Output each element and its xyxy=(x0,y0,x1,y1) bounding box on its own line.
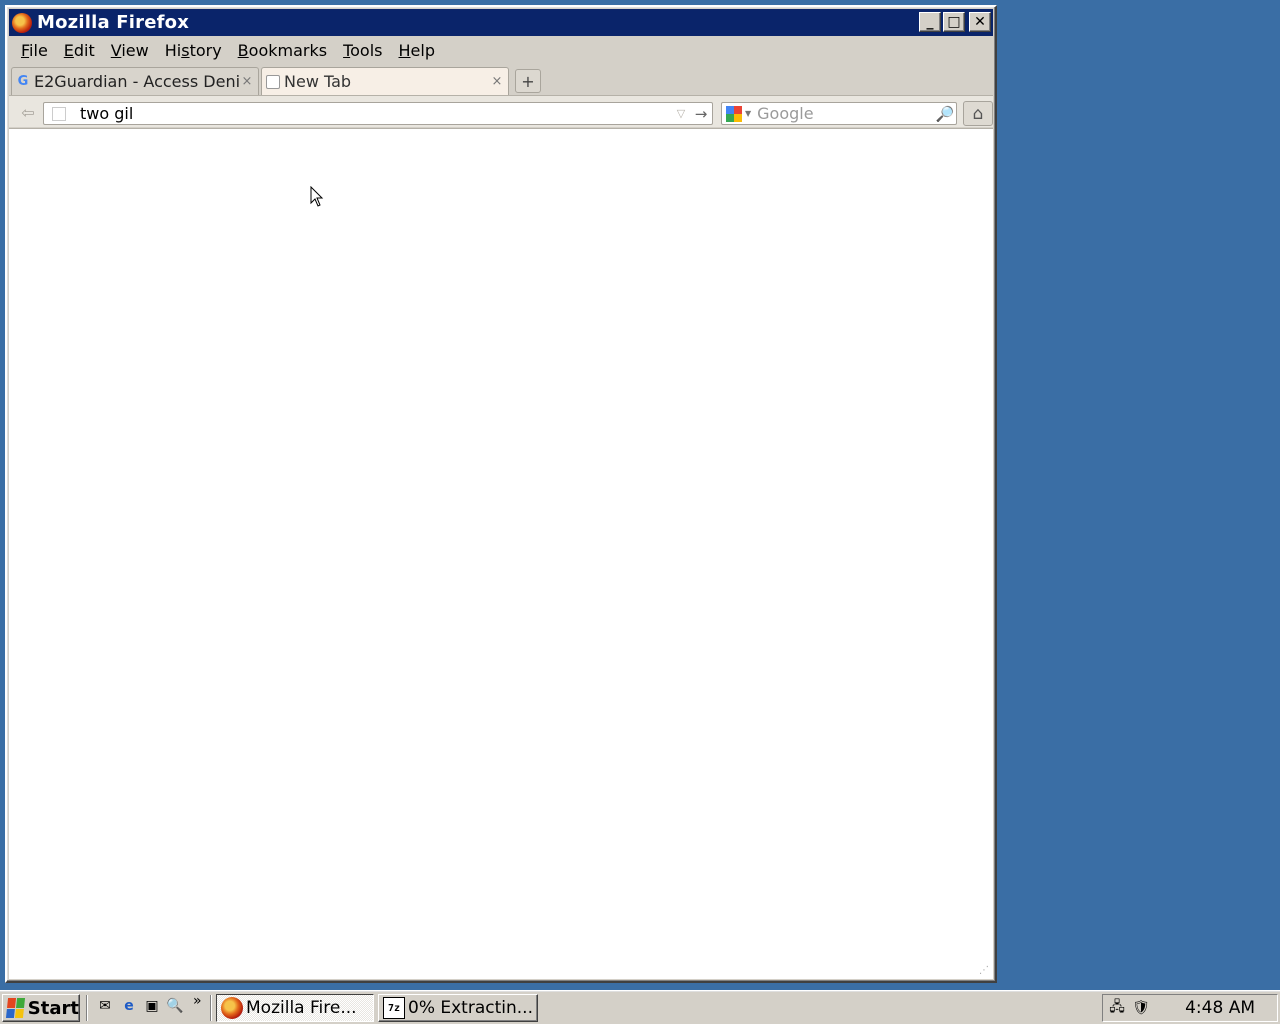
menu-mnemonic: F xyxy=(21,40,30,60)
menu-tools[interactable]: Tools xyxy=(335,41,390,60)
7zip-icon: 7z xyxy=(383,997,405,1019)
task-label: Mozilla Fire... xyxy=(246,998,357,1018)
tab-label: E2Guardian - Access Denied xyxy=(34,72,240,91)
search-icon[interactable]: 🔎 xyxy=(934,105,956,123)
tab-label: New Tab xyxy=(284,72,352,91)
window-title: Mozilla Firefox xyxy=(37,12,190,33)
firefox-icon xyxy=(221,997,243,1019)
show-desktop-icon[interactable]: ▣ xyxy=(143,997,161,1015)
search-input[interactable] xyxy=(757,104,934,123)
mouse-pointer-icon xyxy=(310,186,324,207)
taskbar-separator xyxy=(210,995,212,1021)
taskbar-separator xyxy=(86,995,88,1021)
history-dropdown-icon[interactable]: ▽ xyxy=(672,107,690,120)
maximize-button[interactable]: □ xyxy=(943,12,965,32)
title-bar[interactable]: Mozilla Firefox _ □ ✕ xyxy=(9,9,993,36)
task-label: 0% Extractin... xyxy=(408,998,533,1018)
back-button[interactable]: ⇦ xyxy=(15,101,41,123)
menu-mnemonic: s xyxy=(181,40,190,60)
menu-mnemonic: H xyxy=(398,40,411,60)
tab-close-icon[interactable]: × xyxy=(490,74,504,89)
resize-grip-icon[interactable]: ⋰ xyxy=(979,965,991,977)
firefox-window: Mozilla Firefox _ □ ✕ File Edit View His… xyxy=(5,5,997,983)
menu-mnemonic: E xyxy=(63,40,74,60)
windows-logo-icon xyxy=(5,998,25,1018)
menu-label: iew xyxy=(121,40,149,60)
quicklaunch-more-icon[interactable]: » xyxy=(193,993,202,1009)
window-controls: _ □ ✕ xyxy=(919,12,991,32)
start-button[interactable]: Start xyxy=(2,994,80,1022)
menu-label: dit xyxy=(73,40,95,60)
taskbar: Start ✉ e ▣ 🔍 » Mozilla Fire... 7z 0% Ex… xyxy=(0,990,1280,1024)
menu-mnemonic: V xyxy=(110,40,122,60)
new-tab-button[interactable]: + xyxy=(515,69,541,93)
security-shield-icon[interactable]: 🛡 xyxy=(1131,998,1151,1018)
blank-page-icon xyxy=(266,74,280,89)
internet-explorer-icon[interactable]: e xyxy=(120,997,138,1015)
menu-label: ools xyxy=(350,40,383,60)
close-button[interactable]: ✕ xyxy=(969,12,991,32)
home-button[interactable]: ⌂ xyxy=(963,101,993,126)
menu-label: elp xyxy=(410,40,435,60)
taskbar-7zip-button[interactable]: 7z 0% Extractin... xyxy=(378,994,538,1022)
tab-e2guardian[interactable]: G E2Guardian - Access Denied × xyxy=(11,67,259,95)
minimize-button[interactable]: _ xyxy=(919,12,941,32)
google-engine-icon[interactable] xyxy=(726,105,742,122)
menu-label: ookmarks xyxy=(248,40,328,60)
menu-view[interactable]: View xyxy=(103,41,157,60)
navigation-toolbar: ⇦ ▽ → ▼ 🔎 ⌂ xyxy=(9,95,993,127)
menu-label: Hi xyxy=(164,40,182,60)
url-bar[interactable]: ▽ → xyxy=(43,102,713,125)
menu-label: tory xyxy=(189,40,222,60)
menu-mnemonic: B xyxy=(237,40,249,60)
google-favicon-icon: G xyxy=(17,74,29,89)
menu-bar: File Edit View History Bookmarks Tools H… xyxy=(9,38,993,62)
outlook-express-icon[interactable]: ✉ xyxy=(96,997,114,1015)
start-label: Start xyxy=(27,997,79,1019)
network-icon[interactable]: 🖧 xyxy=(1107,998,1127,1018)
engine-dropdown-icon[interactable]: ▼ xyxy=(745,109,751,118)
taskbar-firefox-button[interactable]: Mozilla Fire... xyxy=(216,994,374,1022)
windows-explorer-icon[interactable]: 🔍 xyxy=(166,997,184,1015)
clock[interactable]: 4:48 AM xyxy=(1185,998,1255,1018)
search-bar[interactable]: ▼ 🔎 xyxy=(721,102,957,125)
firefox-icon[interactable] xyxy=(12,12,32,33)
menu-help[interactable]: Help xyxy=(391,41,443,60)
menu-edit[interactable]: Edit xyxy=(56,41,103,60)
go-arrow-icon[interactable]: → xyxy=(690,105,712,123)
menu-file[interactable]: File xyxy=(13,41,56,60)
menu-bookmarks[interactable]: Bookmarks xyxy=(230,41,335,60)
menu-history[interactable]: History xyxy=(157,41,230,60)
tab-strip: G E2Guardian - Access Denied × New Tab ×… xyxy=(9,65,993,95)
page-content[interactable]: ⋰ xyxy=(9,128,993,979)
site-identity-icon[interactable] xyxy=(52,106,66,121)
url-input[interactable] xyxy=(80,103,672,124)
menu-label: ile xyxy=(29,40,48,60)
tab-close-icon[interactable]: × xyxy=(240,74,254,89)
system-tray: 🖧 🛡 4:48 AM xyxy=(1102,994,1278,1022)
tab-new-tab[interactable]: New Tab × xyxy=(261,67,509,95)
